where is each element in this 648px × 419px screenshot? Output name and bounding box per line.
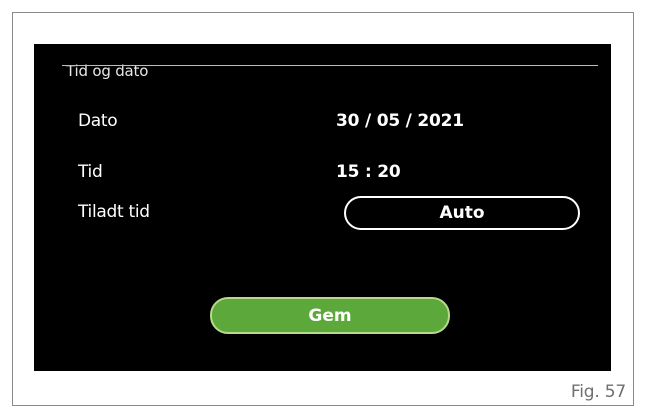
figure-caption: Fig. 57 (570, 382, 626, 402)
device-screen: Tid og dato Dato 30 / 05 / 2021 Tid 15 :… (34, 44, 611, 371)
date-label: Dato (78, 111, 118, 131)
date-value[interactable]: 30 / 05 / 2021 (336, 111, 464, 131)
allowed-time-label: Tiladt tid (78, 202, 150, 222)
title-divider (62, 65, 598, 66)
allowed-time-auto-button[interactable]: Auto (344, 196, 580, 230)
save-button[interactable]: Gem (210, 297, 450, 334)
time-value[interactable]: 15 : 20 (336, 162, 401, 182)
time-label: Tid (78, 162, 103, 182)
